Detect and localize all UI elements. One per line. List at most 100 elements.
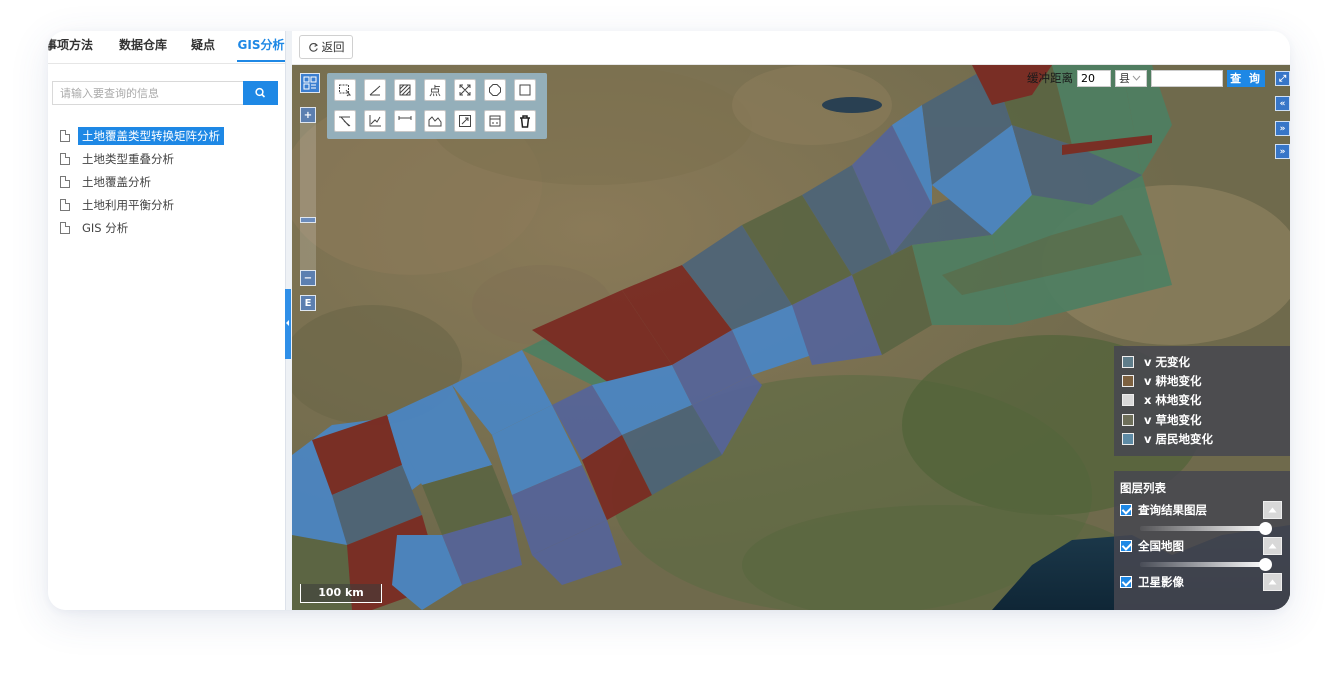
- slider-track: [1140, 526, 1266, 531]
- move-up-button[interactable]: [1263, 501, 1282, 519]
- tree-item-label: 土地覆盖分析: [82, 174, 151, 189]
- layer-label: 卫星影像: [1138, 575, 1184, 589]
- legend-swatch: [1122, 375, 1134, 388]
- collapse-handle[interactable]: [285, 289, 291, 359]
- search-bar: [52, 81, 278, 105]
- legend-swatch: [1122, 394, 1134, 407]
- map-topbar: 返回: [292, 31, 1290, 65]
- tree-item-land-cover[interactable]: 土地覆盖分析: [60, 170, 280, 193]
- layer-row-query-results: 查询结果图层: [1120, 499, 1284, 521]
- zoom-slider-track[interactable]: [300, 123, 316, 273]
- buffer-distance-input[interactable]: [1077, 69, 1111, 87]
- tree-item-gis[interactable]: GIS 分析: [60, 216, 280, 239]
- back-button[interactable]: 返回: [299, 35, 353, 59]
- measure-line-icon[interactable]: [364, 79, 386, 101]
- tab-methods[interactable]: 事项方法: [48, 31, 93, 62]
- layer-list-panel: 图层列表 查询结果图层 全国地图 卫星影像: [1114, 471, 1290, 610]
- extent-button[interactable]: E: [300, 295, 316, 311]
- legend-label: x 林地变化: [1144, 393, 1202, 408]
- delete-icon[interactable]: [514, 110, 536, 132]
- opacity-slider[interactable]: [1140, 521, 1272, 535]
- hatch-area-icon[interactable]: [394, 79, 416, 101]
- measure-distance-icon[interactable]: [394, 110, 416, 132]
- document-icon: [60, 221, 70, 234]
- opacity-slider[interactable]: [1140, 557, 1272, 571]
- legend-label: v 居民地变化: [1144, 432, 1213, 447]
- legend-item: x 林地变化: [1122, 391, 1282, 410]
- tab-data-warehouse[interactable]: 数据仓库: [119, 31, 167, 62]
- layer-list-title: 图层列表: [1120, 481, 1166, 495]
- zoom-out-button[interactable]: −: [300, 270, 316, 286]
- panel-splitter[interactable]: [285, 31, 292, 610]
- zoom-frame-icon[interactable]: [454, 110, 476, 132]
- chart-axis-icon[interactable]: [364, 110, 386, 132]
- refresh-icon: [308, 42, 318, 52]
- analysis-tree: 土地覆盖类型转换矩阵分析 土地类型重叠分析 土地覆盖分析 土地利用平衡分析 GI…: [60, 124, 280, 239]
- clear-line-icon[interactable]: [334, 110, 356, 132]
- legend-swatch: [1122, 413, 1134, 426]
- map-view[interactable]: + − E 点 缓冲距离 20 县 查 询 ⤢ « » » 100 km v 无…: [292, 65, 1290, 610]
- tab-gis-analysis[interactable]: GIS分析: [237, 31, 285, 62]
- expand-right-icon[interactable]: »: [1275, 144, 1290, 159]
- move-up-button[interactable]: [1263, 537, 1282, 555]
- tree-item-land-balance[interactable]: 土地利用平衡分析: [60, 193, 280, 216]
- polygon-icon[interactable]: [484, 79, 506, 101]
- zoom-slider-knob[interactable]: [300, 217, 316, 223]
- legend-swatch: [1122, 433, 1134, 446]
- tab-doubts[interactable]: 疑点: [191, 31, 215, 62]
- legend-label: v 无变化: [1144, 354, 1190, 369]
- query-button[interactable]: 查 询: [1227, 69, 1265, 87]
- layer-checkbox[interactable]: [1120, 504, 1132, 516]
- area-profile-icon[interactable]: [424, 110, 446, 132]
- triangle-up-icon: [1268, 579, 1277, 585]
- buffer-query-bar: 缓冲距离 县 查 询: [1027, 69, 1265, 87]
- expand-right-icon[interactable]: »: [1275, 121, 1290, 136]
- layer-checkbox[interactable]: [1120, 540, 1132, 552]
- zoom-in-button[interactable]: +: [300, 107, 316, 123]
- county-select-value: 县: [1119, 72, 1130, 85]
- legend-item: v 耕地变化: [1122, 371, 1282, 390]
- point-tool-icon[interactable]: 点: [424, 79, 446, 101]
- tree-item-label: 土地类型重叠分析: [82, 151, 174, 166]
- select-icon[interactable]: [334, 79, 356, 101]
- app-window: 事项方法 数据仓库 疑点 GIS分析 土地覆盖类型转换矩阵分析 土地类型重叠分析: [48, 31, 1290, 610]
- chevron-down-icon: [1132, 75, 1141, 81]
- print-icon[interactable]: [484, 110, 506, 132]
- fit-extent-icon[interactable]: [454, 79, 476, 101]
- buffer-label: 缓冲距离: [1027, 71, 1073, 85]
- layer-switch-button[interactable]: [300, 73, 320, 93]
- layer-row-national-map: 全国地图: [1120, 535, 1284, 557]
- tree-item-overlay[interactable]: 土地类型重叠分析: [60, 147, 280, 170]
- move-up-button[interactable]: [1263, 573, 1282, 591]
- scale-bar: 100 km: [300, 584, 382, 603]
- county-name-input[interactable]: [1151, 69, 1223, 87]
- document-icon: [60, 198, 70, 211]
- layer-checkbox[interactable]: [1120, 576, 1132, 588]
- layer-label: 查询结果图层: [1138, 503, 1207, 517]
- grid-icon: [303, 76, 317, 90]
- fullscreen-icon[interactable]: ⤢: [1275, 71, 1290, 86]
- collapse-left-icon[interactable]: «: [1275, 96, 1290, 111]
- legend-label: v 草地变化: [1144, 412, 1202, 427]
- legend-item: v 无变化: [1122, 352, 1282, 371]
- slider-knob[interactable]: [1259, 558, 1272, 571]
- tree-item-label: GIS 分析: [82, 220, 129, 235]
- rectangle-icon[interactable]: [514, 79, 536, 101]
- triangle-up-icon: [1268, 543, 1277, 549]
- legend-label: v 耕地变化: [1144, 374, 1202, 389]
- search-input[interactable]: [52, 81, 244, 105]
- draw-toolbox: 点: [327, 73, 547, 139]
- layer-row-satellite: 卫星影像: [1120, 571, 1284, 593]
- triangle-up-icon: [1268, 507, 1277, 513]
- search-icon: [255, 87, 266, 98]
- county-select[interactable]: 县: [1115, 69, 1147, 87]
- slider-knob[interactable]: [1259, 522, 1272, 535]
- layer-label: 全国地图: [1138, 539, 1184, 553]
- tree-item-label: 土地利用平衡分析: [82, 197, 174, 212]
- legend-item: v 草地变化: [1122, 410, 1282, 429]
- search-button[interactable]: [243, 81, 278, 105]
- tree-item-transition-matrix[interactable]: 土地覆盖类型转换矩阵分析: [60, 124, 280, 147]
- left-panel: 事项方法 数据仓库 疑点 GIS分析 土地覆盖类型转换矩阵分析 土地类型重叠分析: [48, 31, 285, 610]
- document-icon: [60, 175, 70, 188]
- tree-item-label: 土地覆盖类型转换矩阵分析: [78, 126, 224, 145]
